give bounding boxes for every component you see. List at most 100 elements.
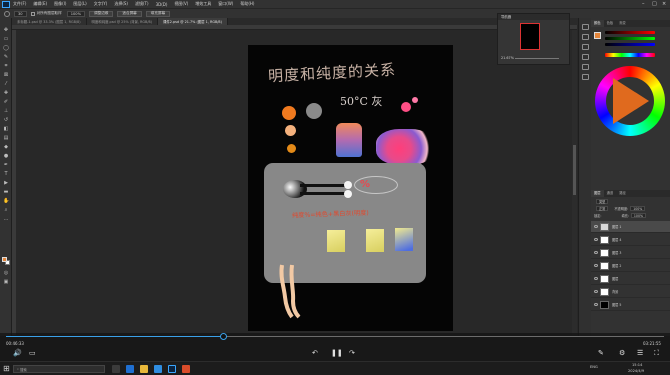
fullscreen-icon[interactable]: ⛶ [654, 350, 659, 357]
eraser-tool-icon[interactable]: ◧ [3, 127, 9, 132]
zoom-field[interactable]: 100% [66, 10, 86, 17]
tab-swatches[interactable]: 色板 [604, 20, 617, 27]
visibility-eye-icon[interactable] [594, 238, 598, 241]
settings-icon[interactable]: ⚙ [619, 350, 625, 357]
menu-view[interactable]: 视图(V) [174, 1, 188, 7]
zoom-tool-icon[interactable]: ⌕ [3, 208, 9, 213]
visibility-eye-icon[interactable] [594, 303, 598, 306]
tab-document-2[interactable]: 明度和纯度.psd @ 25% (背景, RGB/8) [86, 18, 158, 25]
file-explorer-icon[interactable] [140, 365, 148, 373]
navigator-zoom-value[interactable]: 21.67% [501, 56, 514, 60]
taskbar-search-box[interactable]: ⌕ 搜索 [13, 365, 105, 373]
red-slider[interactable] [605, 31, 655, 34]
layer-row-5[interactable]: 背景 [591, 286, 670, 298]
lasso-tool-icon[interactable]: ◯ [3, 46, 9, 51]
visibility-eye-icon[interactable] [594, 290, 598, 293]
menu-help[interactable]: 帮助(H) [240, 1, 254, 7]
scrollbar-thumb[interactable] [573, 145, 576, 195]
pen-tool-icon[interactable]: ✒ [3, 163, 9, 168]
opacity-field[interactable]: 100% [630, 206, 646, 211]
layer-row-6[interactable]: 图层 5 [591, 299, 670, 311]
tab-paths[interactable]: 路径 [616, 190, 629, 197]
blur-tool-icon[interactable]: ◆ [3, 145, 9, 150]
layer-row-1[interactable]: 图层 4 [591, 234, 670, 246]
eyedropper-tool-icon[interactable]: ⁄ [3, 82, 9, 87]
foreground-color-swatch[interactable] [2, 257, 7, 262]
color-wheel[interactable] [595, 66, 665, 136]
paragraph-panel-icon[interactable] [582, 74, 589, 80]
visibility-eye-icon[interactable] [594, 277, 598, 280]
dodge-tool-icon[interactable]: ● [3, 154, 9, 159]
task-view-icon[interactable] [112, 365, 120, 373]
screen-mode-icon[interactable]: ▣ [3, 280, 9, 285]
menu-select[interactable]: 选择(S) [114, 1, 128, 7]
visibility-eye-icon[interactable] [594, 225, 598, 228]
playlist-icon[interactable]: ☰ [637, 350, 643, 357]
close-icon[interactable]: × [662, 1, 666, 7]
navigator-zoom-slider[interactable] [515, 58, 559, 59]
clone-stamp-icon[interactable]: ⊥ [3, 109, 9, 114]
type-tool-icon[interactable]: T [3, 172, 9, 177]
adjustments-panel-icon[interactable] [582, 44, 589, 50]
refine-edge-button[interactable]: 调整边缘 [89, 10, 114, 17]
healing-brush-icon[interactable]: ✚ [3, 91, 9, 96]
menu-edit[interactable]: 编辑(E) [33, 1, 47, 7]
windows-start-icon[interactable]: ⊞ [3, 364, 10, 373]
layer-row-3[interactable]: 图层 2 [591, 260, 670, 272]
document-canvas[interactable]: 明度和纯度的关系 50°C 灰 % 纯度%=纯色+黑白灰(明度) [248, 45, 453, 331]
history-panel-icon[interactable] [582, 24, 589, 30]
fit-screen-button[interactable]: 适合屏幕 [117, 10, 142, 17]
tab-document-3[interactable]: 课件2.psd @ 21.7% (图层 1, RGB/8) [157, 18, 228, 25]
menu-layer[interactable]: 图层(L) [73, 1, 86, 7]
tab-layers[interactable]: 图层 [591, 190, 604, 197]
vertical-scrollbar[interactable] [572, 30, 577, 335]
tab-channels[interactable]: 通道 [604, 190, 617, 197]
tray-language[interactable]: ENG [590, 365, 598, 369]
history-brush-icon[interactable]: ↺ [3, 118, 9, 123]
screen-icon[interactable]: ▭ [29, 350, 36, 357]
menu-file[interactable]: 文件(F) [13, 1, 26, 7]
crop-tool-icon[interactable]: ⌗ [3, 64, 9, 69]
progress-track[interactable] [6, 333, 664, 340]
green-slider[interactable] [605, 37, 655, 40]
frame-tool-icon[interactable]: ⊠ [3, 73, 9, 78]
visibility-eye-icon[interactable] [594, 264, 598, 267]
rectangle-tool-icon[interactable]: ▬ [3, 190, 9, 195]
menu-plugins[interactable]: 增效工具 [195, 1, 211, 7]
marquee-tool-icon[interactable]: ▭ [3, 37, 9, 42]
hand-tool-icon[interactable]: ✋ [3, 199, 9, 204]
quick-select-tool-icon[interactable]: ✎ [3, 55, 9, 60]
tab-document-1[interactable]: 未标题-1.psd @ 33.3% (图层 1, RGB/8) [12, 18, 87, 25]
sample-all-layers-checkbox[interactable] [30, 11, 35, 16]
fill-field[interactable]: 100% [630, 213, 647, 218]
layer-row-0[interactable]: 图层 1 [591, 221, 670, 233]
app-icon[interactable] [182, 365, 190, 373]
fill-screen-button[interactable]: 填充屏幕 [145, 10, 171, 17]
blue-slider[interactable] [605, 43, 655, 46]
blend-mode-select[interactable]: 正常 [596, 206, 609, 211]
edge-icon[interactable] [126, 365, 134, 373]
minimize-icon[interactable]: – [642, 1, 645, 7]
menu-window[interactable]: 窗口(W) [218, 1, 233, 7]
gradient-tool-icon[interactable]: ▤ [3, 136, 9, 141]
rewind-icon[interactable]: ↶ [312, 350, 318, 357]
brush-tool-icon[interactable]: ✐ [3, 100, 9, 105]
progress-scrubber[interactable] [219, 333, 227, 340]
layer-row-4[interactable]: 图层 [591, 273, 670, 285]
photoshop-taskbar-icon[interactable] [168, 365, 176, 373]
clock-time[interactable]: 15:14 [632, 363, 642, 367]
brushes-panel-icon[interactable] [582, 54, 589, 60]
character-panel-icon[interactable] [582, 64, 589, 70]
menu-image[interactable]: 图像(I) [54, 1, 66, 7]
volume-icon[interactable]: 🔊 [13, 350, 22, 357]
properties-panel-icon[interactable] [582, 34, 589, 40]
navigator-thumbnail[interactable] [520, 23, 540, 50]
clock-date[interactable]: 2024/4/9 [628, 369, 644, 373]
tab-color[interactable]: 颜色 [591, 20, 604, 27]
tab-gradients[interactable]: 渐变 [616, 20, 629, 27]
layer-row-2[interactable]: 图层 3 [591, 247, 670, 259]
layer-filter-select[interactable]: 类型 [596, 199, 609, 204]
visibility-eye-icon[interactable] [594, 251, 598, 254]
path-select-icon[interactable]: ▶ [3, 181, 9, 186]
tool-preset-icon[interactable] [4, 10, 10, 17]
